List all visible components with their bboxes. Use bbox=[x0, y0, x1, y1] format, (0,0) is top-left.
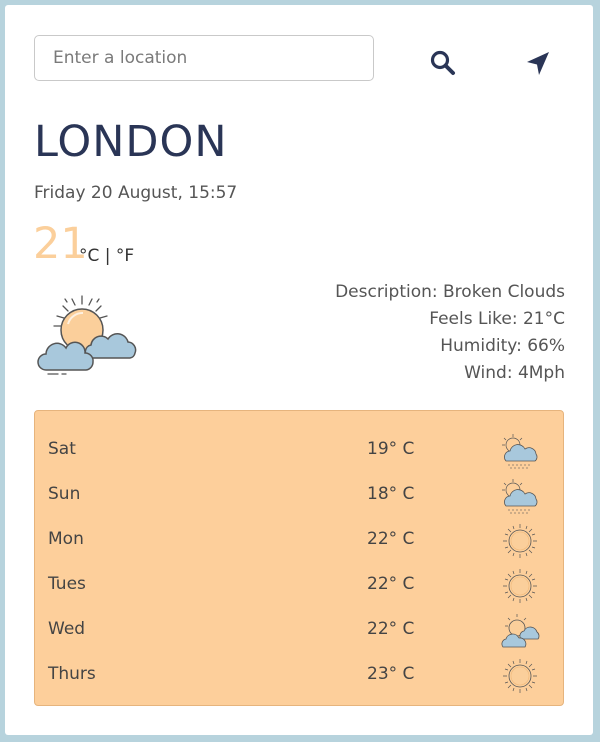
feels-like-text: Feels Like: 21°C bbox=[429, 309, 565, 329]
humidity-text: Humidity: 66% bbox=[440, 336, 565, 356]
weather-details: Description: Broken Clouds Feels Like: 2… bbox=[335, 279, 565, 387]
forecast-day: Sun bbox=[48, 484, 81, 504]
sun-icon bbox=[502, 523, 538, 559]
forecast-temp: 23° C bbox=[367, 664, 415, 684]
forecast-row: Tues 22° C bbox=[35, 564, 563, 609]
forecast-day: Tues bbox=[48, 574, 86, 594]
current-datetime: Friday 20 August, 15:57 bbox=[34, 183, 238, 203]
sun-icon bbox=[502, 568, 538, 604]
forecast-temp: 22° C bbox=[367, 574, 415, 594]
forecast-temp: 19° C bbox=[367, 439, 415, 459]
forecast-row: Mon 22° C bbox=[35, 519, 563, 564]
city-name: LONDON bbox=[34, 117, 228, 167]
forecast-row: Sat 19° C bbox=[35, 429, 563, 474]
weather-card: LONDON Friday 20 August, 15:57 21 °C | °… bbox=[5, 5, 593, 735]
forecast-temp: 22° C bbox=[367, 619, 415, 639]
forecast-temp: 22° C bbox=[367, 529, 415, 549]
forecast-day: Thurs bbox=[48, 664, 96, 684]
search-icon[interactable] bbox=[429, 49, 457, 77]
search-input[interactable] bbox=[34, 35, 374, 81]
location-arrow-icon[interactable] bbox=[523, 49, 553, 79]
forecast-day: Mon bbox=[48, 529, 84, 549]
sun-icon bbox=[502, 658, 538, 694]
forecast-day: Wed bbox=[48, 619, 86, 639]
forecast-panel: Sat 19° C Sun 18° C Mon 22° C Tues 22° C… bbox=[34, 410, 564, 706]
forecast-row: Wed 22° C bbox=[35, 609, 563, 654]
unit-toggle[interactable]: °C | °F bbox=[79, 246, 134, 266]
forecast-row: Sun 18° C bbox=[35, 474, 563, 519]
rain-cloud-icon bbox=[501, 478, 538, 515]
partly-cloudy-icon bbox=[501, 613, 540, 648]
rain-cloud-icon bbox=[501, 433, 538, 470]
forecast-row: Thurs 23° C bbox=[35, 654, 563, 699]
wind-text: Wind: 4Mph bbox=[464, 363, 565, 383]
forecast-day: Sat bbox=[48, 439, 76, 459]
description-text: Description: Broken Clouds bbox=[335, 282, 565, 302]
forecast-temp: 18° C bbox=[367, 484, 415, 504]
partly-cloudy-icon bbox=[35, 288, 139, 382]
